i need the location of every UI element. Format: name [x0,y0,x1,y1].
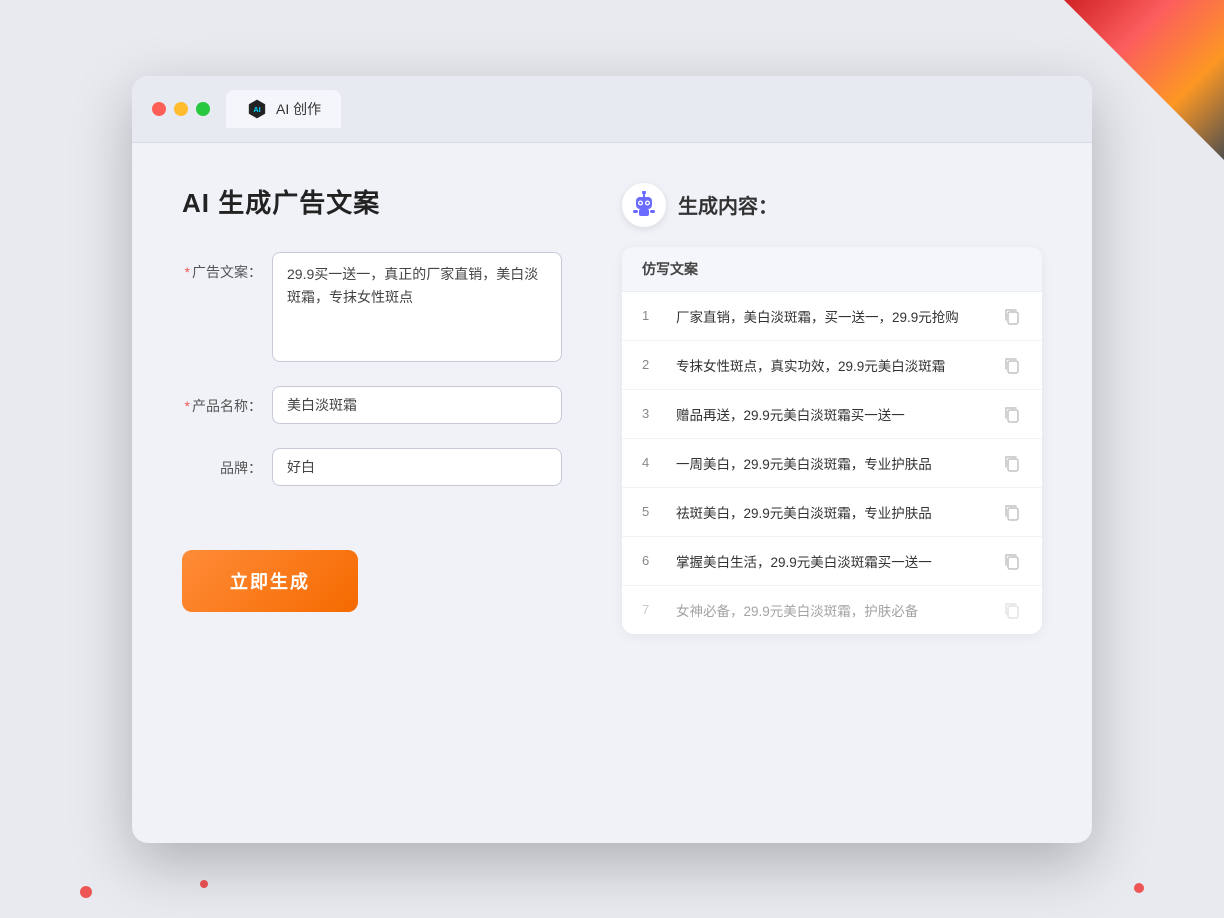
title-bar: AI AI 创作 [132,76,1092,143]
minimize-button[interactable] [174,102,188,116]
result-row: 4 一周美白，29.9元美白淡斑霜，专业护肤品 [622,439,1042,488]
result-row: 7 女神必备，29.9元美白淡斑霜，护肤必备 [622,586,1042,634]
close-button[interactable] [152,102,166,116]
product-name-label: *产品名称： [182,386,262,416]
result-row: 2 专抹女性斑点，真实功效，29.9元美白淡斑霜 [622,341,1042,390]
row-text: 一周美白，29.9元美白淡斑霜，专业护肤品 [676,453,988,473]
generate-button[interactable]: 立即生成 [182,550,358,612]
row-number: 4 [642,455,662,470]
copy-icon[interactable] [1002,355,1022,375]
result-row: 3 赠品再送，29.9元美白淡斑霜买一送一 [622,390,1042,439]
ad-copy-input[interactable] [272,252,562,362]
left-panel: AI 生成广告文案 *广告文案： *产品名称： 品牌： 立 [182,183,562,803]
row-number: 2 [642,357,662,372]
row-text: 赠品再送，29.9元美白淡斑霜买一送一 [676,404,988,424]
result-rows: 1 厂家直销，美白淡斑霜，买一送一，29.9元抢购 2 专抹女性斑点，真实功效，29… [622,292,1042,634]
row-text: 掌握美白生活，29.9元美白淡斑霜买一送一 [676,551,988,571]
copy-icon[interactable] [1002,404,1022,424]
decorative-dot-2 [200,880,208,888]
decorative-dot-1 [80,886,92,898]
browser-window: AI AI 创作 AI 生成广告文案 *广告文案： *产品名称： [132,76,1092,843]
brand-input[interactable] [272,448,562,486]
result-section-title: 生成内容： [678,190,778,219]
required-star-ad: * [185,264,190,280]
results-container: 仿写文案 1 厂家直销，美白淡斑霜，买一送一，29.9元抢购 2 专抹女性斑点，真实… [622,247,1042,634]
row-text: 专抹女性斑点，真实功效，29.9元美白淡斑霜 [676,355,988,375]
tab-ai-creator[interactable]: AI AI 创作 [226,90,341,128]
svg-text:AI: AI [253,104,260,113]
copy-icon[interactable] [1002,502,1022,522]
main-content: AI 生成广告文案 *广告文案： *产品名称： 品牌： 立 [132,143,1092,843]
result-row: 5 祛斑美白，29.9元美白淡斑霜，专业护肤品 [622,488,1042,537]
row-text: 女神必备，29.9元美白淡斑霜，护肤必备 [676,600,988,620]
row-number: 5 [642,504,662,519]
results-table-header: 仿写文案 [622,247,1042,292]
traffic-lights [152,102,210,116]
required-star-product: * [185,398,190,414]
page-title: AI 生成广告文案 [182,183,562,220]
robot-svg [630,191,658,219]
result-header: 生成内容： [622,183,1042,227]
row-text: 厂家直销，美白淡斑霜，买一送一，29.9元抢购 [676,306,988,326]
row-text: 祛斑美白，29.9元美白淡斑霜，专业护肤品 [676,502,988,522]
copy-icon[interactable] [1002,306,1022,326]
right-panel: 生成内容： 仿写文案 1 厂家直销，美白淡斑霜，买一送一，29.9元抢购 2 专抹女… [622,183,1042,803]
copy-icon[interactable] [1002,453,1022,473]
copy-icon[interactable] [1002,551,1022,571]
ad-copy-label: *广告文案： [182,252,262,282]
row-number: 3 [642,406,662,421]
copy-icon[interactable] [1002,600,1022,620]
robot-icon [622,183,666,227]
tab-label: AI 创作 [276,99,321,119]
result-row: 1 厂家直销，美白淡斑霜，买一送一，29.9元抢购 [622,292,1042,341]
row-number: 6 [642,553,662,568]
maximize-button[interactable] [196,102,210,116]
product-name-input[interactable] [272,386,562,424]
decorative-dot-3 [1134,883,1144,893]
ai-tab-icon: AI [246,98,268,120]
brand-label: 品牌： [182,448,262,478]
ad-copy-group: *广告文案： [182,252,562,362]
brand-group: 品牌： [182,448,562,486]
row-number: 1 [642,308,662,323]
result-row: 6 掌握美白生活，29.9元美白淡斑霜买一送一 [622,537,1042,586]
product-name-group: *产品名称： [182,386,562,424]
row-number: 7 [642,602,662,617]
